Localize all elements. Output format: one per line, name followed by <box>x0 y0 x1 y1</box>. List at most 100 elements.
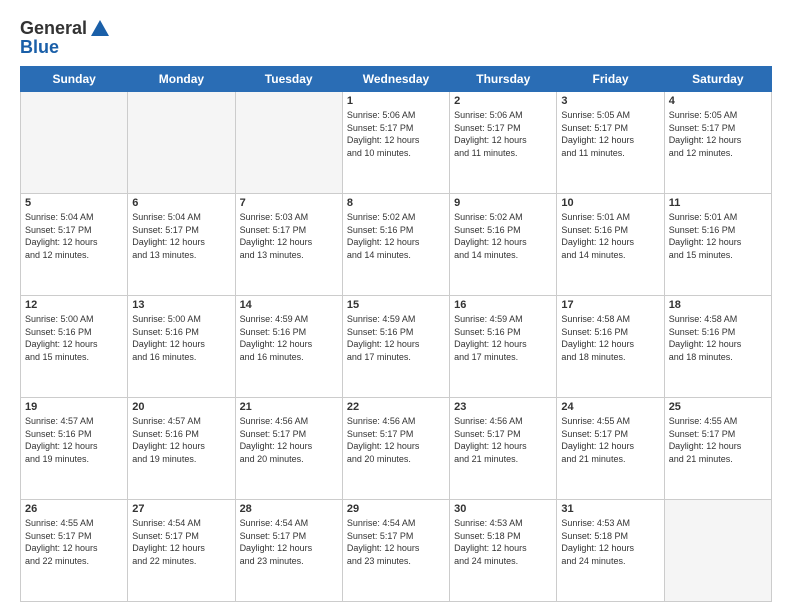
day-number: 1 <box>347 95 445 107</box>
calendar-cell <box>128 92 235 194</box>
weekday-header-friday: Friday <box>557 67 664 92</box>
weekday-header-monday: Monday <box>128 67 235 92</box>
day-number: 30 <box>454 503 552 515</box>
calendar-week-5: 26 Sunrise: 4:55 AM Sunset: 5:17 PM Dayli… <box>21 500 772 602</box>
day-number: 18 <box>669 299 767 311</box>
day-number: 8 <box>347 197 445 209</box>
day-number: 26 <box>25 503 123 515</box>
calendar-cell: 29 Sunrise: 4:54 AM Sunset: 5:17 PM Dayli… <box>342 500 449 602</box>
day-number: 3 <box>561 95 659 107</box>
page: General Blue SundayMondayTuesdayWednesda… <box>0 0 792 612</box>
calendar-cell: 17 Sunrise: 4:58 AM Sunset: 5:16 PM Dayli… <box>557 296 664 398</box>
day-number: 5 <box>25 197 123 209</box>
calendar-cell: 25Sunrise: 4:55 AM Sunset: 5:17 PM Dayli… <box>664 398 771 500</box>
day-number: 16 <box>454 299 552 311</box>
day-info: Sunrise: 5:03 AM Sunset: 5:17 PM Dayligh… <box>240 211 338 261</box>
calendar-cell: 19Sunrise: 4:57 AM Sunset: 5:16 PM Dayli… <box>21 398 128 500</box>
weekday-header-wednesday: Wednesday <box>342 67 449 92</box>
day-number: 10 <box>561 197 659 209</box>
day-info: Sunrise: 4:59 AM Sunset: 5:16 PM Dayligh… <box>454 313 552 363</box>
day-info: Sunrise: 5:00 AM Sunset: 5:16 PM Dayligh… <box>25 313 123 363</box>
calendar-cell: 3 Sunrise: 5:05 AM Sunset: 5:17 PM Daylig… <box>557 92 664 194</box>
day-info: Sunrise: 4:57 AM Sunset: 5:16 PM Dayligh… <box>132 415 230 465</box>
calendar-cell: 6 Sunrise: 5:04 AM Sunset: 5:17 PM Daylig… <box>128 194 235 296</box>
day-number: 25 <box>669 401 767 413</box>
calendar-cell <box>664 500 771 602</box>
day-number: 7 <box>240 197 338 209</box>
calendar-cell <box>235 92 342 194</box>
calendar-cell: 1 Sunrise: 5:06 AM Sunset: 5:17 PM Daylig… <box>342 92 449 194</box>
day-info: Sunrise: 5:04 AM Sunset: 5:17 PM Dayligh… <box>132 211 230 261</box>
day-info: Sunrise: 4:56 AM Sunset: 5:17 PM Dayligh… <box>240 415 338 465</box>
calendar-cell: 8Sunrise: 5:02 AM Sunset: 5:16 PM Daylig… <box>342 194 449 296</box>
day-info: Sunrise: 5:05 AM Sunset: 5:17 PM Dayligh… <box>561 109 659 159</box>
calendar-cell: 23Sunrise: 4:56 AM Sunset: 5:17 PM Dayli… <box>450 398 557 500</box>
calendar-week-1: 1 Sunrise: 5:06 AM Sunset: 5:17 PM Daylig… <box>21 92 772 194</box>
calendar-cell: 16 Sunrise: 4:59 AM Sunset: 5:16 PM Dayli… <box>450 296 557 398</box>
calendar-cell <box>21 92 128 194</box>
day-info: Sunrise: 5:02 AM Sunset: 5:16 PM Dayligh… <box>454 211 552 261</box>
calendar-cell: 14Sunrise: 4:59 AM Sunset: 5:16 PM Dayli… <box>235 296 342 398</box>
day-info: Sunrise: 4:55 AM Sunset: 5:17 PM Dayligh… <box>25 517 123 567</box>
day-info: Sunrise: 4:53 AM Sunset: 5:18 PM Dayligh… <box>454 517 552 567</box>
day-number: 23 <box>454 401 552 413</box>
calendar-cell: 22 Sunrise: 4:56 AM Sunset: 5:17 PM Dayli… <box>342 398 449 500</box>
weekday-header-thursday: Thursday <box>450 67 557 92</box>
day-number: 4 <box>669 95 767 107</box>
calendar-cell: 27Sunrise: 4:54 AM Sunset: 5:17 PM Dayli… <box>128 500 235 602</box>
day-info: Sunrise: 4:54 AM Sunset: 5:17 PM Dayligh… <box>132 517 230 567</box>
day-info: Sunrise: 5:06 AM Sunset: 5:17 PM Dayligh… <box>347 109 445 159</box>
calendar-table: SundayMondayTuesdayWednesdayThursdayFrid… <box>20 66 772 602</box>
calendar-cell: 4Sunrise: 5:05 AM Sunset: 5:17 PM Daylig… <box>664 92 771 194</box>
calendar-cell: 15 Sunrise: 4:59 AM Sunset: 5:16 PM Dayli… <box>342 296 449 398</box>
calendar-cell: 9 Sunrise: 5:02 AM Sunset: 5:16 PM Daylig… <box>450 194 557 296</box>
weekday-header-sunday: Sunday <box>21 67 128 92</box>
day-info: Sunrise: 5:00 AM Sunset: 5:16 PM Dayligh… <box>132 313 230 363</box>
calendar-cell: 10 Sunrise: 5:01 AM Sunset: 5:16 PM Dayli… <box>557 194 664 296</box>
calendar-cell: 31 Sunrise: 4:53 AM Sunset: 5:18 PM Dayli… <box>557 500 664 602</box>
day-info: Sunrise: 4:54 AM Sunset: 5:17 PM Dayligh… <box>347 517 445 567</box>
day-number: 31 <box>561 503 659 515</box>
day-number: 29 <box>347 503 445 515</box>
day-info: Sunrise: 5:01 AM Sunset: 5:16 PM Dayligh… <box>561 211 659 261</box>
day-number: 20 <box>132 401 230 413</box>
day-number: 2 <box>454 95 552 107</box>
day-info: Sunrise: 5:06 AM Sunset: 5:17 PM Dayligh… <box>454 109 552 159</box>
day-number: 24 <box>561 401 659 413</box>
day-number: 21 <box>240 401 338 413</box>
calendar-cell: 7 Sunrise: 5:03 AM Sunset: 5:17 PM Daylig… <box>235 194 342 296</box>
calendar-cell: 28 Sunrise: 4:54 AM Sunset: 5:17 PM Dayli… <box>235 500 342 602</box>
day-info: Sunrise: 4:58 AM Sunset: 5:16 PM Dayligh… <box>669 313 767 363</box>
day-number: 17 <box>561 299 659 311</box>
logo-general-text: General <box>20 18 87 39</box>
day-number: 9 <box>454 197 552 209</box>
day-info: Sunrise: 5:04 AM Sunset: 5:17 PM Dayligh… <box>25 211 123 261</box>
day-number: 28 <box>240 503 338 515</box>
logo-blue-text: Blue <box>20 37 59 58</box>
calendar-cell: 30 Sunrise: 4:53 AM Sunset: 5:18 PM Dayli… <box>450 500 557 602</box>
day-number: 13 <box>132 299 230 311</box>
day-info: Sunrise: 4:55 AM Sunset: 5:17 PM Dayligh… <box>561 415 659 465</box>
day-number: 15 <box>347 299 445 311</box>
calendar-week-3: 12Sunrise: 5:00 AM Sunset: 5:16 PM Dayli… <box>21 296 772 398</box>
header: General Blue <box>20 18 772 58</box>
day-number: 22 <box>347 401 445 413</box>
weekday-header-saturday: Saturday <box>664 67 771 92</box>
day-info: Sunrise: 4:59 AM Sunset: 5:16 PM Dayligh… <box>347 313 445 363</box>
day-number: 19 <box>25 401 123 413</box>
day-info: Sunrise: 4:54 AM Sunset: 5:17 PM Dayligh… <box>240 517 338 567</box>
day-info: Sunrise: 4:58 AM Sunset: 5:16 PM Dayligh… <box>561 313 659 363</box>
day-info: Sunrise: 5:01 AM Sunset: 5:16 PM Dayligh… <box>669 211 767 261</box>
weekday-header-tuesday: Tuesday <box>235 67 342 92</box>
calendar-cell: 12Sunrise: 5:00 AM Sunset: 5:16 PM Dayli… <box>21 296 128 398</box>
calendar-cell: 11 Sunrise: 5:01 AM Sunset: 5:16 PM Dayli… <box>664 194 771 296</box>
calendar-cell: 18 Sunrise: 4:58 AM Sunset: 5:16 PM Dayli… <box>664 296 771 398</box>
calendar-week-4: 19 Sunrise: 4:57 AM Sunset: 5:16 PM Dayli… <box>21 398 772 500</box>
day-info: Sunrise: 4:56 AM Sunset: 5:17 PM Dayligh… <box>347 415 445 465</box>
calendar-cell: 13 Sunrise: 5:00 AM Sunset: 5:16 PM Dayli… <box>128 296 235 398</box>
day-number: 6 <box>132 197 230 209</box>
day-number: 14 <box>240 299 338 311</box>
calendar-cell: 24 Sunrise: 4:55 AM Sunset: 5:17 PM Dayli… <box>557 398 664 500</box>
day-info: Sunrise: 4:53 AM Sunset: 5:18 PM Dayligh… <box>561 517 659 567</box>
day-number: 11 <box>669 197 767 209</box>
